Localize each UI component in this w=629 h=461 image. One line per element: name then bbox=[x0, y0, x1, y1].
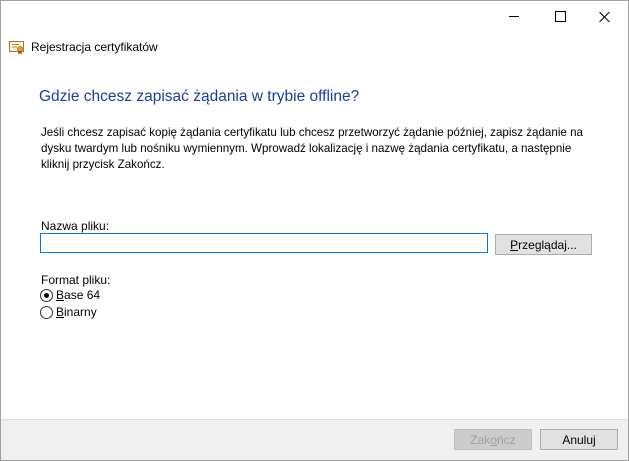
page-description: Jeśli chcesz zapisać kopię żądania certy… bbox=[41, 126, 583, 171]
format-option-binary[interactable]: Binarny bbox=[40, 305, 97, 319]
file-name-label: Nazwa pliku: bbox=[41, 219, 110, 233]
finish-label-mnemonic: o bbox=[490, 432, 497, 447]
format-option-mnemonic: B bbox=[56, 288, 65, 302]
format-option-mnemonic: B bbox=[56, 305, 65, 319]
browse-label-post: rzeglądaj... bbox=[518, 237, 577, 252]
footer-bar bbox=[1, 420, 628, 460]
maximize-icon bbox=[554, 11, 566, 22]
maximize-button[interactable] bbox=[537, 1, 583, 32]
cancel-button[interactable]: Anuluj bbox=[540, 429, 618, 450]
finish-label-pre: Zak bbox=[470, 432, 491, 447]
close-button[interactable] bbox=[582, 1, 628, 32]
minimize-button[interactable] bbox=[491, 1, 537, 32]
format-option-label: ase 64 bbox=[64, 288, 101, 302]
wizard-header: Rejestracja certyfikatów bbox=[9, 37, 158, 57]
format-option-label: inarny bbox=[64, 305, 97, 319]
radio-button[interactable] bbox=[40, 288, 53, 302]
certificate-enrollment-window: Rejestracja certyfikatów Gdzie chcesz za… bbox=[0, 0, 629, 461]
close-icon bbox=[599, 11, 611, 23]
radio-selected-dot bbox=[44, 292, 49, 298]
minimize-icon bbox=[509, 16, 519, 17]
finish-label-post: ńcz bbox=[497, 432, 516, 447]
certificate-icon bbox=[9, 41, 24, 55]
file-format-label: Format pliku: bbox=[41, 273, 111, 287]
page-heading: Gdzie chcesz zapisać żądania w trybie of… bbox=[39, 88, 360, 105]
file-name-input[interactable] bbox=[40, 233, 488, 253]
browse-label-mnemonic: P bbox=[510, 237, 519, 252]
wizard-title: Rejestracja certyfikatów bbox=[31, 40, 158, 54]
format-option-base64[interactable]: Base 64 bbox=[40, 288, 100, 302]
browse-button[interactable]: Przeglądaj... bbox=[495, 234, 592, 255]
title-bar bbox=[1, 1, 628, 32]
finish-button[interactable]: Zak o ńcz bbox=[454, 429, 532, 450]
radio-button[interactable] bbox=[40, 305, 53, 319]
